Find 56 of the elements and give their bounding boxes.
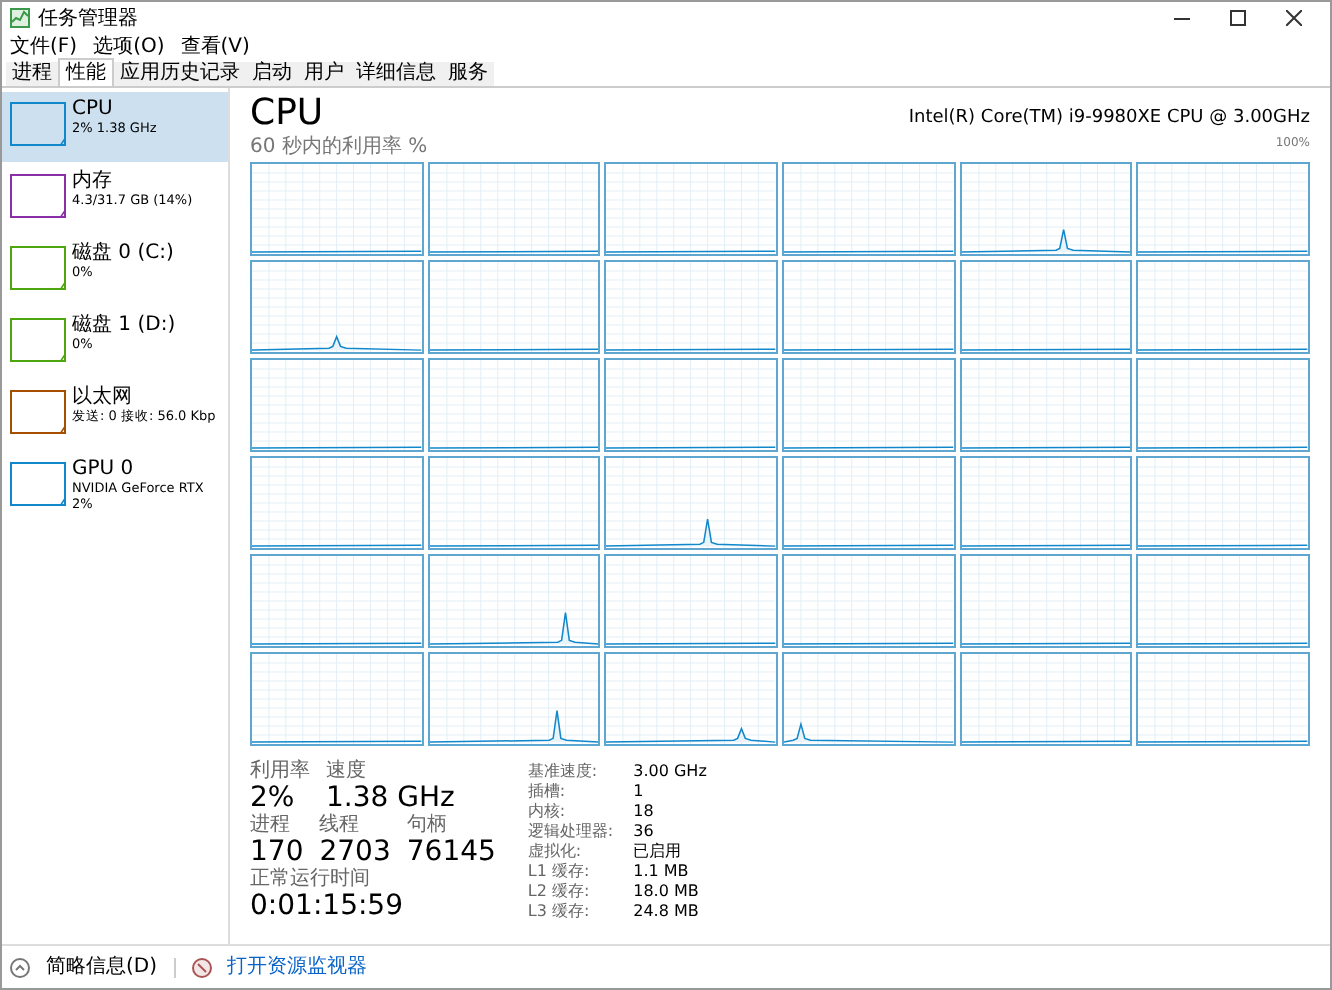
sidebar-title: 内存 xyxy=(72,170,114,194)
tab[interactable]: 详细信息 xyxy=(350,62,442,86)
sidebar-title: GPU 0 xyxy=(72,458,136,482)
close-icon xyxy=(1286,10,1302,26)
detail-label: 逻辑处理器: xyxy=(527,822,614,842)
sidebar-title: 磁盘 0 (C:) xyxy=(72,242,174,266)
tab[interactable]: 性能 xyxy=(58,58,114,86)
detail-label: 虚拟化: xyxy=(527,842,584,862)
detail-value: 36 xyxy=(633,822,656,842)
stat-value: 2703 xyxy=(319,838,391,866)
collapse-icon xyxy=(10,957,30,977)
app-icon xyxy=(10,8,30,28)
detail-label: L1 缓存: xyxy=(527,862,592,882)
minimize-icon xyxy=(1174,17,1190,19)
stat-label: 正常运行时间 xyxy=(250,870,372,890)
sidebar-title: 磁盘 1 (D:) xyxy=(72,314,176,338)
stat-value: 0:01:15:59 xyxy=(250,892,404,920)
menu-item[interactable]: 选项(O) xyxy=(93,37,165,57)
stat-value: 170 xyxy=(250,838,304,866)
detail-value: 18 xyxy=(633,802,656,822)
less-details-button[interactable]: 简略信息(D) xyxy=(46,957,158,977)
menu-item[interactable]: 查看(V) xyxy=(180,37,250,57)
detail-label: L2 缓存: xyxy=(527,882,592,902)
detail-label: 插槽: xyxy=(527,782,568,802)
detail-value: 1.1 MB xyxy=(633,862,691,882)
tab[interactable]: 服务 xyxy=(442,62,494,86)
detail-label: 内核: xyxy=(527,802,568,822)
detail-label: L3 缓存: xyxy=(527,902,592,922)
stat-label: 线程 xyxy=(319,816,362,836)
tab[interactable]: 进程 xyxy=(6,62,58,86)
detail-label: 基准速度: xyxy=(527,762,600,782)
page-title: CPU xyxy=(250,96,324,132)
monitor-icon xyxy=(191,957,212,977)
window-title: 任务管理器 xyxy=(38,5,138,33)
maximize-icon xyxy=(1230,10,1246,26)
sidebar-title: CPU xyxy=(72,98,115,122)
detail-value: 1 xyxy=(633,782,646,802)
stat-label: 速度 xyxy=(326,762,368,782)
sidebar-title: 以太网 xyxy=(72,386,134,409)
tab[interactable]: 用户 xyxy=(298,62,350,86)
detail-value: 24.8 MB xyxy=(633,902,701,922)
tab[interactable]: 应用历史记录 xyxy=(114,62,246,86)
tab[interactable]: 启动 xyxy=(246,62,298,86)
stat-label: 利用率 xyxy=(250,762,310,782)
stat-value: 1.38 GHz xyxy=(326,784,455,812)
cpu-model: Intel(R) Core(TM) i9-9980XE CPU @ 3.00GHz xyxy=(908,105,1310,131)
stat-value: 76145 xyxy=(406,838,496,866)
resource-monitor-link[interactable]: 打开资源监视器 xyxy=(227,957,368,977)
menu-item[interactable]: 文件(F) xyxy=(10,37,78,57)
stat-value: 2% xyxy=(250,784,297,812)
stat-label: 进程 xyxy=(250,816,292,836)
graph-caption: 60 秒内的利用率 % xyxy=(250,138,428,158)
detail-value: 18.0 MB xyxy=(633,882,701,902)
detail-value: 3.00 GHz xyxy=(633,762,707,782)
detail-value: 已启用 xyxy=(633,842,684,862)
stat-label: 句柄 xyxy=(406,816,449,836)
